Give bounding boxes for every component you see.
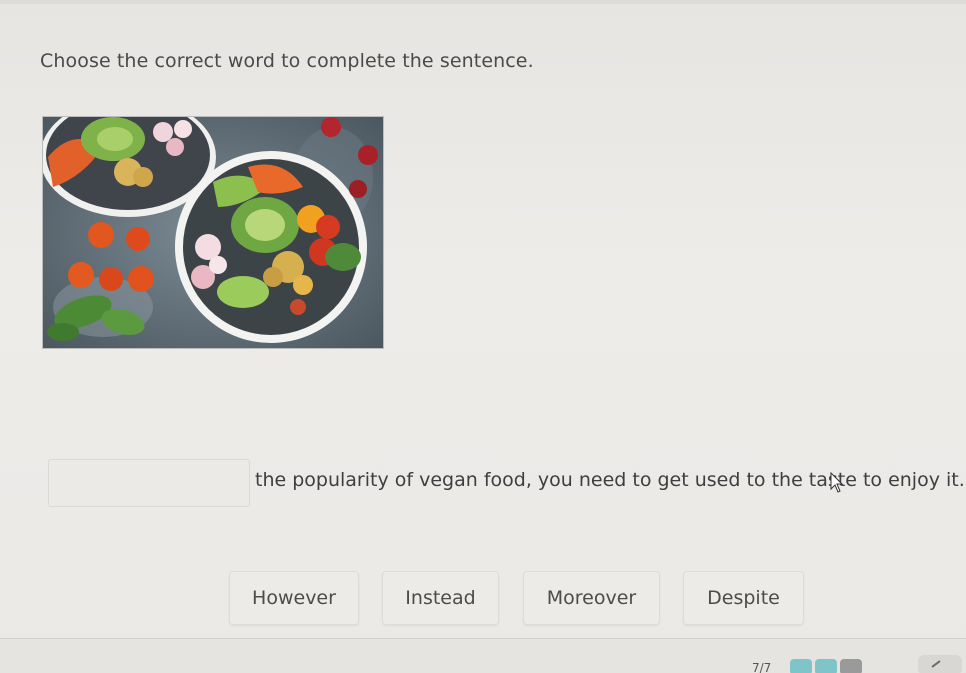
page-counter: 7/7 — [752, 661, 772, 673]
option-despite-button[interactable]: Despite — [683, 571, 804, 625]
progress-indicator — [790, 659, 812, 673]
sentence-text: the popularity of vegan food, you need t… — [255, 469, 965, 491]
mouse-cursor-icon — [830, 472, 844, 493]
top-divider — [0, 0, 966, 4]
progress-indicator — [840, 659, 862, 673]
option-moreover-button[interactable]: Moreover — [523, 571, 660, 625]
answer-blank-field[interactable] — [48, 459, 250, 507]
option-however-button[interactable]: However — [229, 571, 359, 625]
instruction-text: Choose the correct word to complete the … — [40, 50, 534, 72]
option-instead-button[interactable]: Instead — [382, 571, 499, 625]
exercise-screen: Choose the correct word to complete the … — [0, 0, 966, 673]
sentence-row: the popularity of vegan food, you need t… — [48, 459, 965, 507]
progress-indicator — [815, 659, 837, 673]
bottom-bar: 7/7 — [0, 638, 966, 673]
vegan-bowls-photo — [42, 116, 384, 349]
check-icon[interactable] — [918, 653, 962, 673]
